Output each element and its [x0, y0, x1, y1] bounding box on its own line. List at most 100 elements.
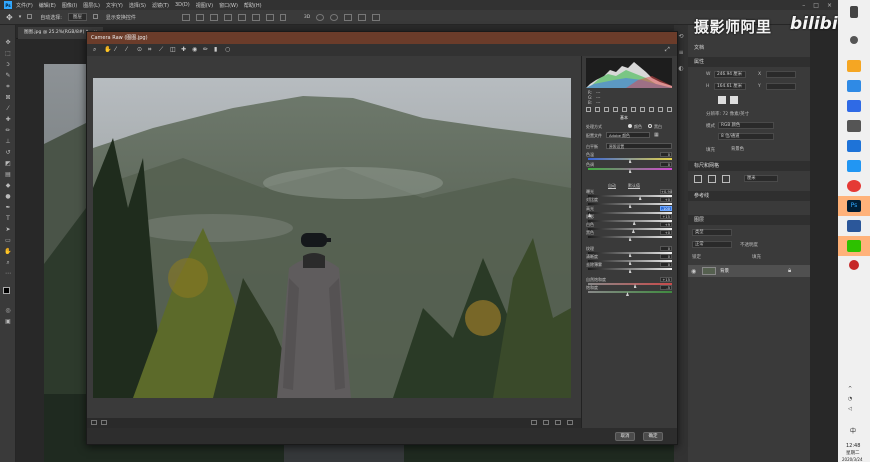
cr-graduated-filter-icon[interactable]: ▮ — [214, 47, 220, 53]
default-button[interactable]: 默认值 — [628, 183, 640, 189]
cr-hand-tool-icon[interactable]: ✋ — [104, 47, 111, 53]
auto-select-dropdown[interactable]: 图层 — [67, 13, 87, 21]
presets-tab-icon[interactable] — [658, 107, 663, 112]
calibration-tab-icon[interactable] — [649, 107, 654, 112]
cr-view-single-icon[interactable] — [91, 420, 97, 425]
dodge-tool-icon[interactable]: ● — [4, 193, 12, 200]
align-top-icon[interactable] — [223, 13, 232, 21]
calculator-icon[interactable] — [847, 120, 861, 132]
clone-stamp-tool-icon[interactable]: ⊥ — [4, 138, 12, 145]
eraser-tool-icon[interactable]: ◩ — [4, 160, 12, 167]
treatment-color-radio[interactable] — [628, 124, 632, 128]
slider-value-field[interactable]: 0 — [660, 254, 672, 259]
hsl-tab-icon[interactable] — [613, 107, 618, 112]
recorder-icon[interactable] — [849, 260, 859, 270]
treatment-bw-radio[interactable] — [648, 124, 652, 128]
quick-select-tool-icon[interactable]: ✎ — [4, 72, 12, 79]
cr-crop-tool-icon[interactable]: ⌗ — [148, 47, 154, 53]
slider-value-field[interactable]: 0 — [660, 262, 672, 267]
rectangle-tool-icon[interactable]: ▭ — [4, 237, 12, 244]
menu-edit[interactable]: 编辑(E) — [39, 2, 56, 9]
wechat-icon[interactable] — [847, 240, 861, 252]
more-options-icon[interactable] — [279, 13, 286, 21]
profile-dropdown[interactable]: Adobe 颜色 — [606, 132, 650, 138]
portrait-orientation-icon[interactable] — [718, 96, 726, 104]
cr-before-after-icon[interactable] — [531, 420, 537, 425]
tray-volume-icon[interactable]: ◁ — [848, 406, 852, 412]
cancel-button[interactable]: 取消 — [615, 432, 635, 441]
chrome-icon[interactable] — [847, 180, 861, 192]
show-transform-checkbox[interactable] — [92, 13, 100, 21]
app-blue-icon[interactable] — [847, 100, 861, 112]
mail-icon[interactable] — [847, 80, 861, 92]
3d-scale-icon[interactable] — [372, 13, 381, 21]
detail-tab-icon[interactable] — [604, 107, 609, 112]
cr-targeted-adjust-icon[interactable]: ⊙ — [137, 47, 143, 53]
properties-panel-header[interactable]: 属性 — [688, 57, 810, 67]
clock-time[interactable]: 12:48 — [846, 443, 860, 449]
cr-wb-tool-icon[interactable]: ⁄ — [115, 47, 121, 53]
hand-tool-icon[interactable]: ✋ — [4, 248, 12, 255]
screen-icon[interactable] — [847, 160, 861, 172]
menu-type[interactable]: 文字(Y) — [106, 2, 123, 9]
align-right-icon[interactable] — [209, 13, 218, 21]
zoom-tool-icon[interactable]: ⌕ — [4, 259, 12, 266]
slider-value-field[interactable]: 0 — [660, 152, 672, 157]
input-language[interactable]: 中 — [850, 426, 856, 435]
cr-view-compare-icon[interactable] — [101, 420, 107, 425]
brush-tool-icon[interactable]: ✏ — [4, 127, 12, 134]
width-field[interactable]: 246.94 厘米 — [714, 71, 746, 78]
adjustments-panel-icon[interactable]: ◐ — [677, 65, 685, 72]
cr-zoom-tool-icon[interactable]: ⌕ — [93, 47, 99, 53]
more-tools-icon[interactable]: ⋯ — [4, 270, 12, 277]
ok-button[interactable]: 确定 — [643, 432, 663, 441]
blend-mode-dropdown[interactable]: 正常 — [692, 241, 732, 248]
lens-tab-icon[interactable] — [631, 107, 636, 112]
cr-spot-removal-icon[interactable]: ✚ — [181, 47, 187, 53]
menu-image[interactable]: 图像(I) — [62, 2, 77, 9]
auto-select-checkbox[interactable] — [27, 13, 34, 21]
menu-filter[interactable]: 滤镜(T) — [152, 2, 169, 9]
cr-swap-icon[interactable] — [543, 420, 549, 425]
crop-tool-icon[interactable]: ⌗ — [4, 83, 12, 90]
distribute-icon[interactable] — [265, 13, 274, 21]
3d-pan-icon[interactable] — [344, 13, 353, 21]
slider-value-field[interactable]: +9 — [660, 222, 672, 227]
align-center-icon[interactable] — [195, 13, 204, 21]
word-icon[interactable] — [847, 220, 861, 232]
tone-curve-tab-icon[interactable] — [595, 107, 600, 112]
snapshots-tab-icon[interactable] — [667, 107, 672, 112]
close-icon[interactable]: × — [827, 2, 832, 9]
slider-value-field[interactable]: +0 — [660, 230, 672, 235]
path-select-tool-icon[interactable]: ➤ — [4, 226, 12, 233]
healing-brush-tool-icon[interactable]: ✚ — [4, 116, 12, 123]
align-middle-icon[interactable] — [237, 13, 246, 21]
profile-browser-icon[interactable]: ▦ — [654, 132, 659, 138]
slider-value-field[interactable]: +15 — [660, 277, 672, 282]
photoshop-logo-icon[interactable]: Ps — [4, 1, 12, 9]
cr-radial-filter-icon[interactable]: ○ — [225, 47, 231, 53]
layers-panel-header[interactable]: 图层 — [688, 215, 810, 225]
cr-transform-tool-icon[interactable]: ◫ — [170, 47, 176, 53]
slider-value-field[interactable]: +15 — [660, 214, 672, 219]
layer-row-background[interactable]: ◉ 背景 🔒︎ — [688, 265, 810, 277]
search-icon[interactable] — [850, 36, 858, 44]
cr-fullscreen-icon[interactable]: ⤢ — [665, 47, 671, 53]
history-panel-icon[interactable]: ⟲ — [677, 33, 685, 40]
menu-window[interactable]: 窗口(W) — [219, 2, 238, 9]
cr-straighten-tool-icon[interactable]: ⟋ — [159, 47, 165, 53]
tray-expand-icon[interactable]: ^ — [848, 386, 852, 392]
slider-value-field[interactable]: -5 — [660, 285, 672, 290]
mode-dropdown[interactable]: RGB 颜色 — [718, 122, 774, 129]
cr-color-sampler-icon[interactable]: ⁄ — [126, 47, 132, 53]
rulers-grid-header[interactable]: 标尺和网格 — [688, 161, 810, 171]
3d-slide-icon[interactable] — [358, 13, 367, 21]
3d-roll-icon[interactable] — [330, 13, 339, 21]
slider-value-field[interactable]: 0 — [660, 162, 672, 167]
pen-tool-icon[interactable]: ✒ — [4, 204, 12, 211]
move-tool-icon[interactable]: ✥ — [4, 39, 12, 46]
wb-dropdown[interactable]: 原照设置 — [606, 143, 672, 149]
units-dropdown[interactable]: 厘米 — [744, 175, 778, 182]
history-brush-tool-icon[interactable]: ↺ — [4, 149, 12, 156]
guides-header[interactable]: 参考线 — [688, 191, 810, 201]
